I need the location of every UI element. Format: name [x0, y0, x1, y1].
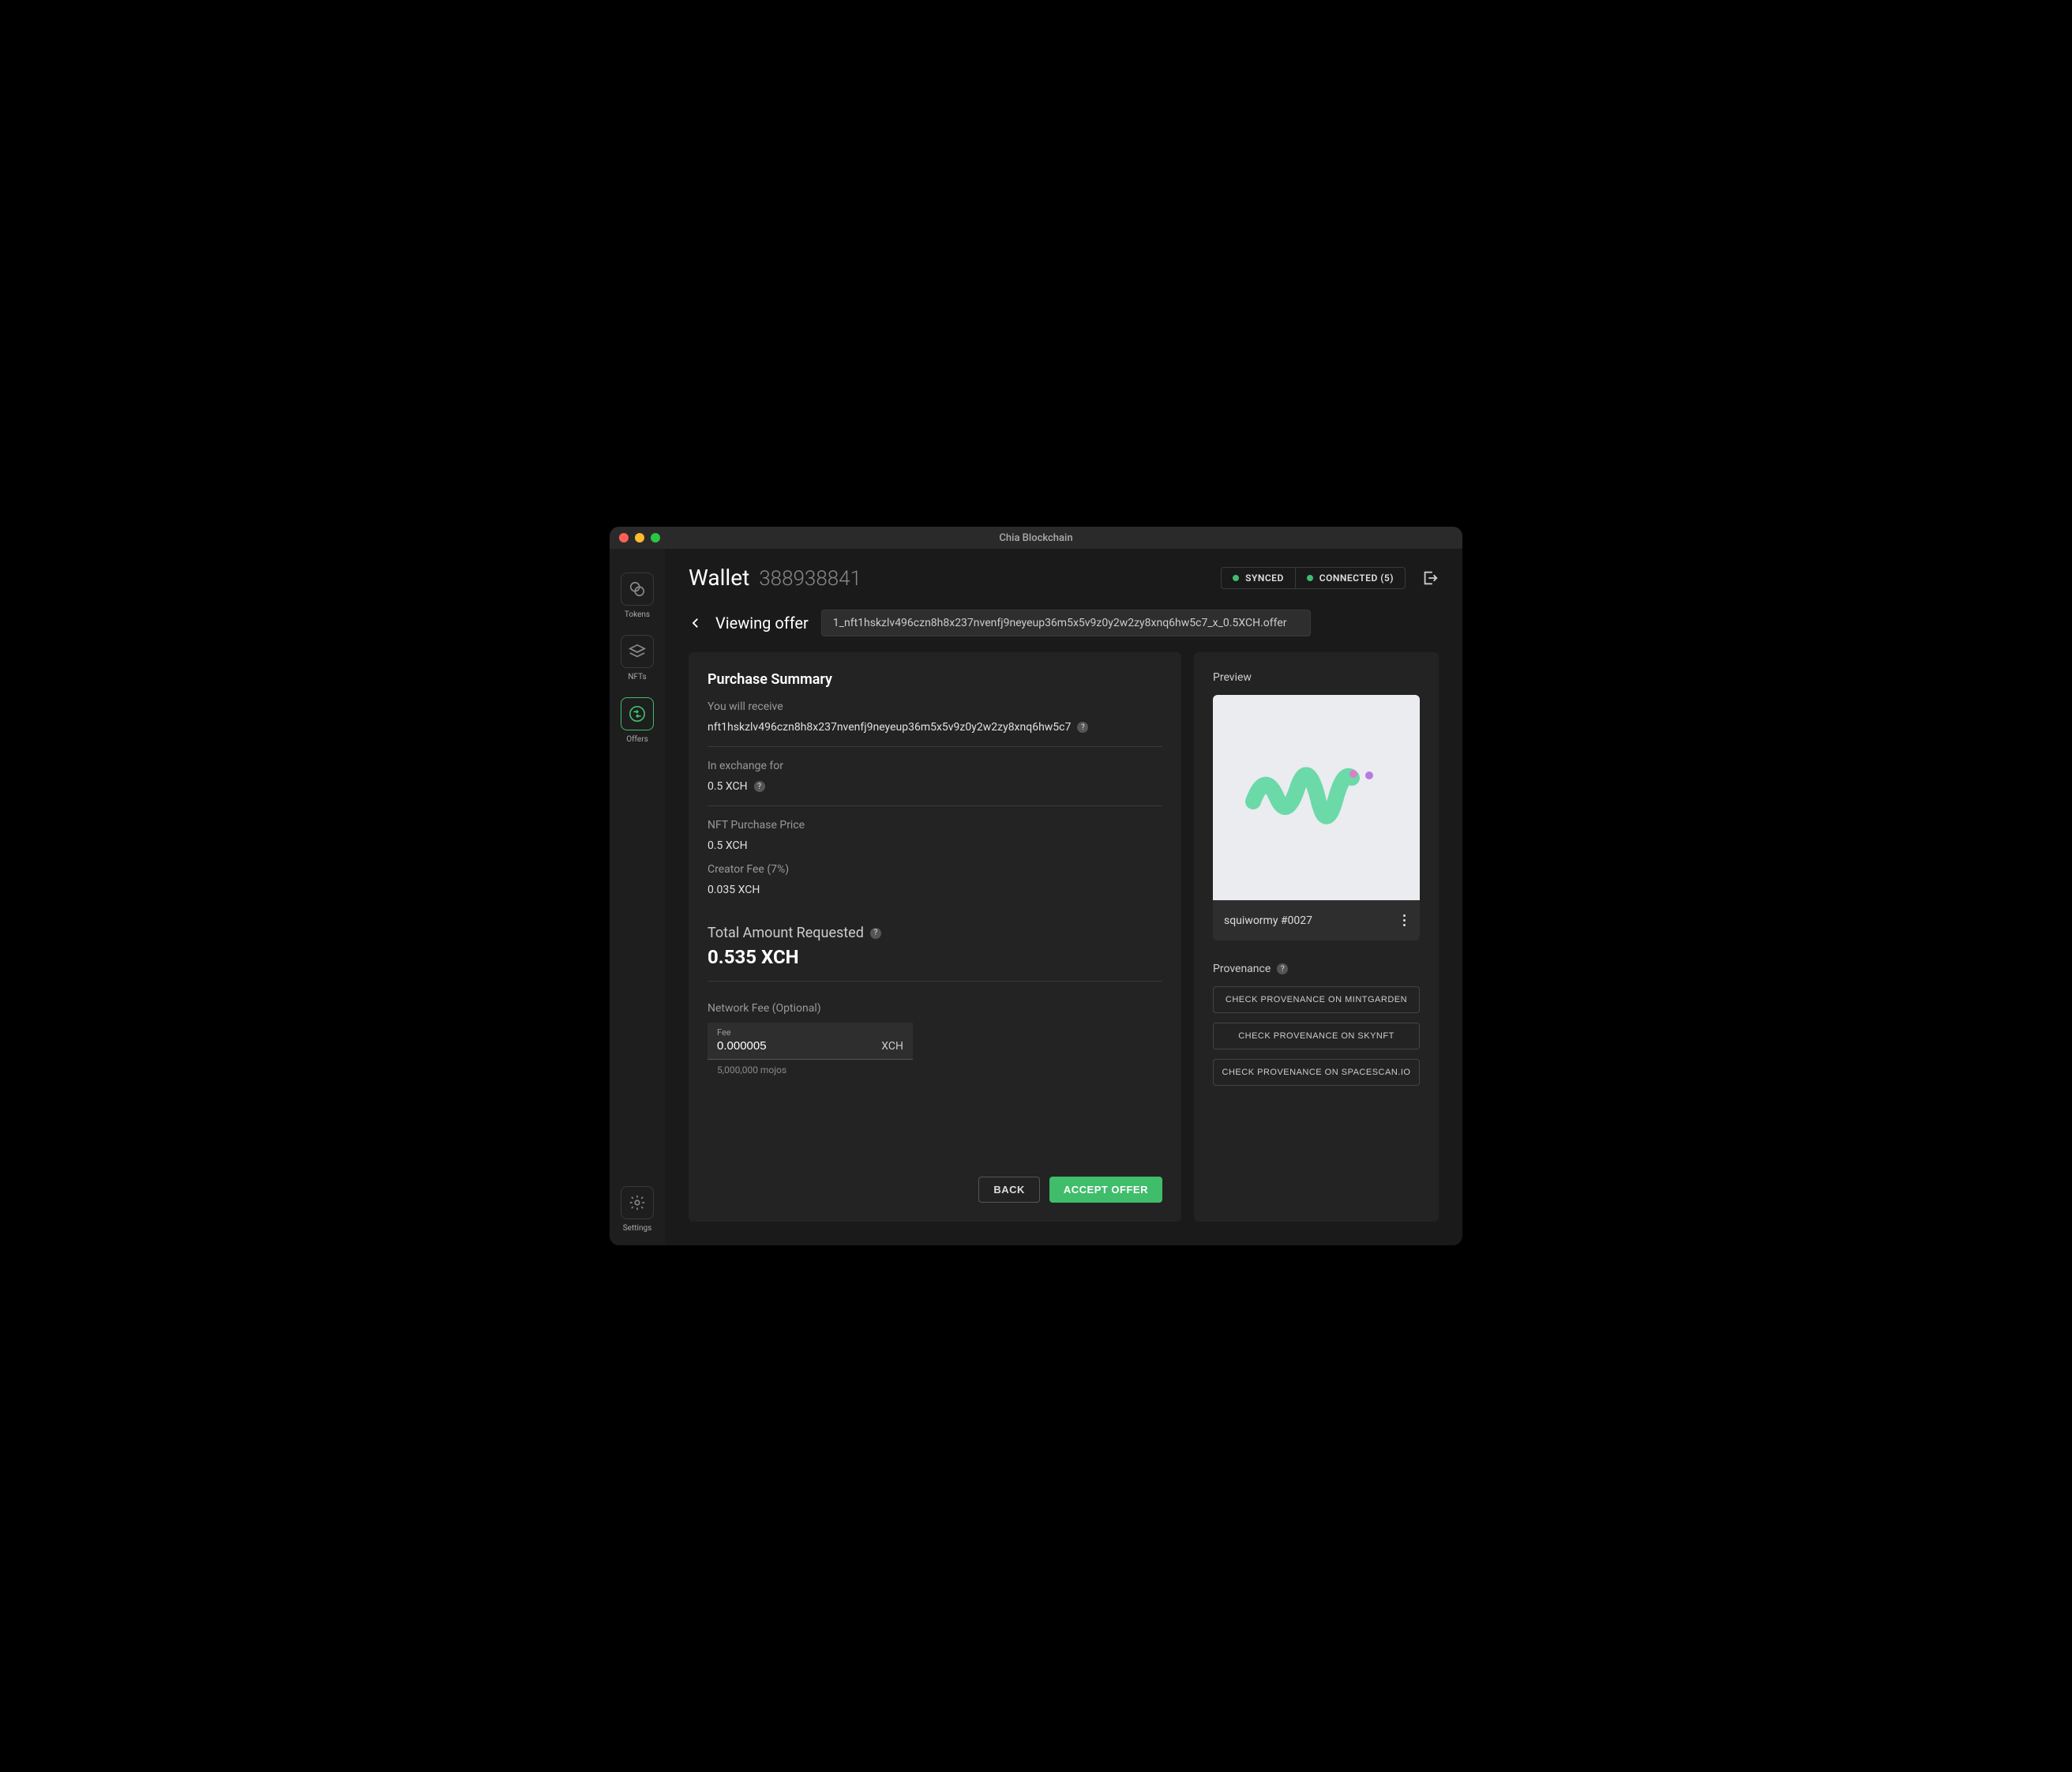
fee-input-container[interactable]: Fee XCH — [708, 1023, 913, 1060]
fee-helper-text: 5,000,000 mojos — [708, 1064, 1162, 1076]
fee-field-label: Fee — [717, 1027, 903, 1038]
exchange-label: In exchange for — [708, 760, 1162, 772]
back-button[interactable] — [689, 616, 703, 630]
creator-fee-label: Creator Fee (7%) — [708, 863, 1162, 876]
sidebar-item-offers[interactable]: Offers — [621, 697, 654, 744]
sidebar-item-settings[interactable]: Settings — [621, 1186, 654, 1233]
provenance-spacescan-button[interactable]: CHECK PROVENANCE ON SPACESCAN.IO — [1213, 1059, 1420, 1086]
help-icon[interactable]: ? — [1077, 722, 1088, 733]
nft-image — [1213, 695, 1420, 900]
logout-icon[interactable] — [1421, 569, 1439, 587]
preview-panel: Preview squiwormy #0027 — [1194, 652, 1439, 1222]
status-group: SYNCED CONNECTED (5) — [1221, 567, 1406, 589]
header: Wallet 388938841 SYNCED CONNECTED (5) — [665, 549, 1462, 600]
minimize-window-icon[interactable] — [635, 533, 644, 542]
creator-fee-value: 0.035 XCH — [708, 884, 1162, 896]
help-icon[interactable]: ? — [754, 781, 765, 792]
divider — [708, 805, 1162, 806]
status-dot-icon — [1307, 575, 1313, 581]
price-label: NFT Purchase Price — [708, 819, 1162, 832]
window-controls — [619, 533, 660, 542]
provenance-label: Provenance — [1213, 963, 1271, 975]
close-window-icon[interactable] — [619, 533, 629, 542]
sidebar-item-nfts[interactable]: NFTs — [621, 635, 654, 681]
breadcrumb: Viewing offer 1_nft1hskzlv496czn8h8x237n… — [665, 600, 1462, 652]
sync-status[interactable]: SYNCED — [1222, 568, 1295, 588]
nft-name: squiwormy #0027 — [1224, 914, 1312, 927]
titlebar: Chia Blockchain — [610, 527, 1462, 549]
connection-status[interactable]: CONNECTED (5) — [1295, 568, 1405, 588]
total-label: Total Amount Requested — [708, 925, 864, 941]
fee-unit: XCH — [881, 1040, 903, 1053]
window-title: Chia Blockchain — [999, 532, 1072, 544]
offers-icon — [621, 697, 654, 730]
sidebar-item-label: NFTs — [628, 673, 646, 681]
fee-input[interactable] — [717, 1038, 881, 1054]
price-value: 0.5 XCH — [708, 839, 1162, 852]
sidebar-item-tokens[interactable]: Tokens — [621, 573, 654, 619]
offer-filename: 1_nft1hskzlv496czn8h8x237nvenfj9neyeup36… — [821, 610, 1311, 636]
total-value: 0.535 XCH — [708, 946, 1162, 968]
receive-value: nft1hskzlv496czn8h8x237nvenfj9neyeup36m5… — [708, 721, 1071, 734]
wallet-id: 388938841 — [759, 567, 861, 591]
sidebar-item-label: Offers — [626, 735, 648, 744]
tokens-icon — [621, 573, 654, 606]
provenance-mintgarden-button[interactable]: CHECK PROVENANCE ON MINTGARDEN — [1213, 986, 1420, 1013]
sidebar-item-label: Settings — [623, 1224, 652, 1233]
page-title: Wallet — [689, 565, 749, 591]
back-button[interactable]: BACK — [978, 1177, 1040, 1203]
exchange-value: 0.5 XCH — [708, 780, 748, 793]
divider — [708, 981, 1162, 982]
maximize-window-icon[interactable] — [651, 533, 660, 542]
sync-status-label: SYNCED — [1245, 573, 1284, 584]
preview-label: Preview — [1213, 671, 1420, 684]
nfts-icon — [621, 635, 654, 668]
help-icon[interactable]: ? — [870, 928, 881, 939]
purchase-summary-panel: Purchase Summary You will receive nft1hs… — [689, 652, 1181, 1222]
nft-card: squiwormy #0027 — [1213, 695, 1420, 940]
breadcrumb-title: Viewing offer — [715, 614, 809, 633]
more-menu-icon[interactable] — [1400, 911, 1409, 929]
sidebar-item-label: Tokens — [625, 610, 650, 619]
gear-icon — [621, 1186, 654, 1219]
network-fee-label: Network Fee (Optional) — [708, 1002, 1162, 1015]
status-dot-icon — [1233, 575, 1239, 581]
help-icon[interactable]: ? — [1277, 963, 1288, 974]
summary-title: Purchase Summary — [708, 671, 1162, 688]
divider — [708, 746, 1162, 747]
receive-label: You will receive — [708, 700, 1162, 713]
provenance-skynft-button[interactable]: CHECK PROVENANCE ON SKYNFT — [1213, 1023, 1420, 1049]
app-window: Chia Blockchain Tokens NFTs Offers — [610, 527, 1462, 1245]
accept-offer-button[interactable]: ACCEPT OFFER — [1049, 1177, 1162, 1203]
connection-status-label: CONNECTED (5) — [1319, 573, 1394, 584]
sidebar: Tokens NFTs Offers Settings — [610, 549, 665, 1245]
